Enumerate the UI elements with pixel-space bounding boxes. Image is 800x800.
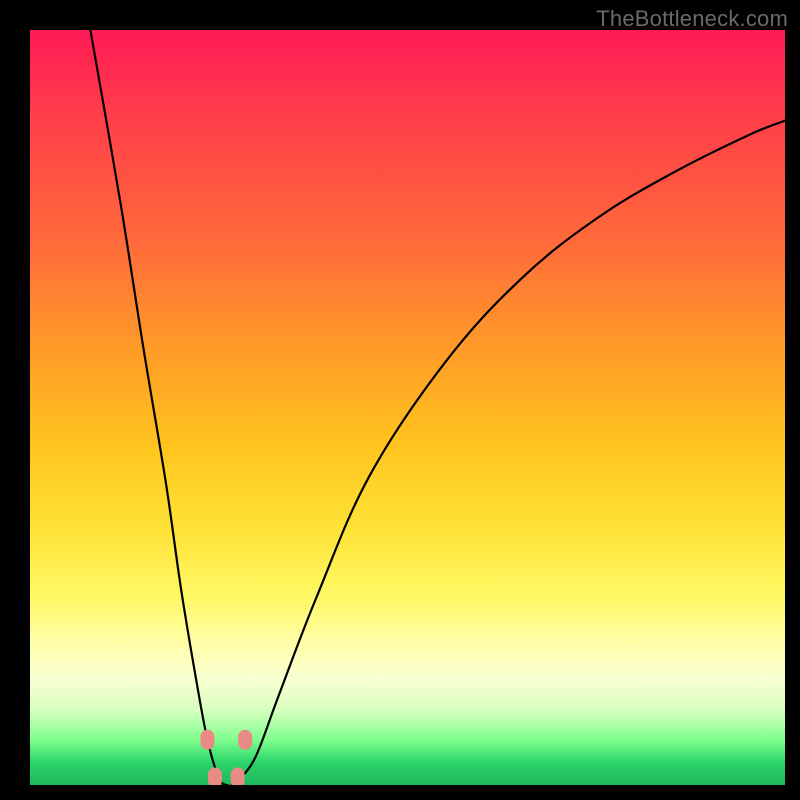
chart-frame: TheBottleneck.com: [0, 0, 800, 800]
curve-marker: [238, 730, 252, 750]
curve-marker: [231, 767, 245, 785]
plot-area: [30, 30, 785, 785]
curve-marker: [208, 767, 222, 785]
curve-marker: [200, 730, 214, 750]
watermark-text: TheBottleneck.com: [596, 6, 788, 32]
curve-markers: [30, 30, 785, 785]
